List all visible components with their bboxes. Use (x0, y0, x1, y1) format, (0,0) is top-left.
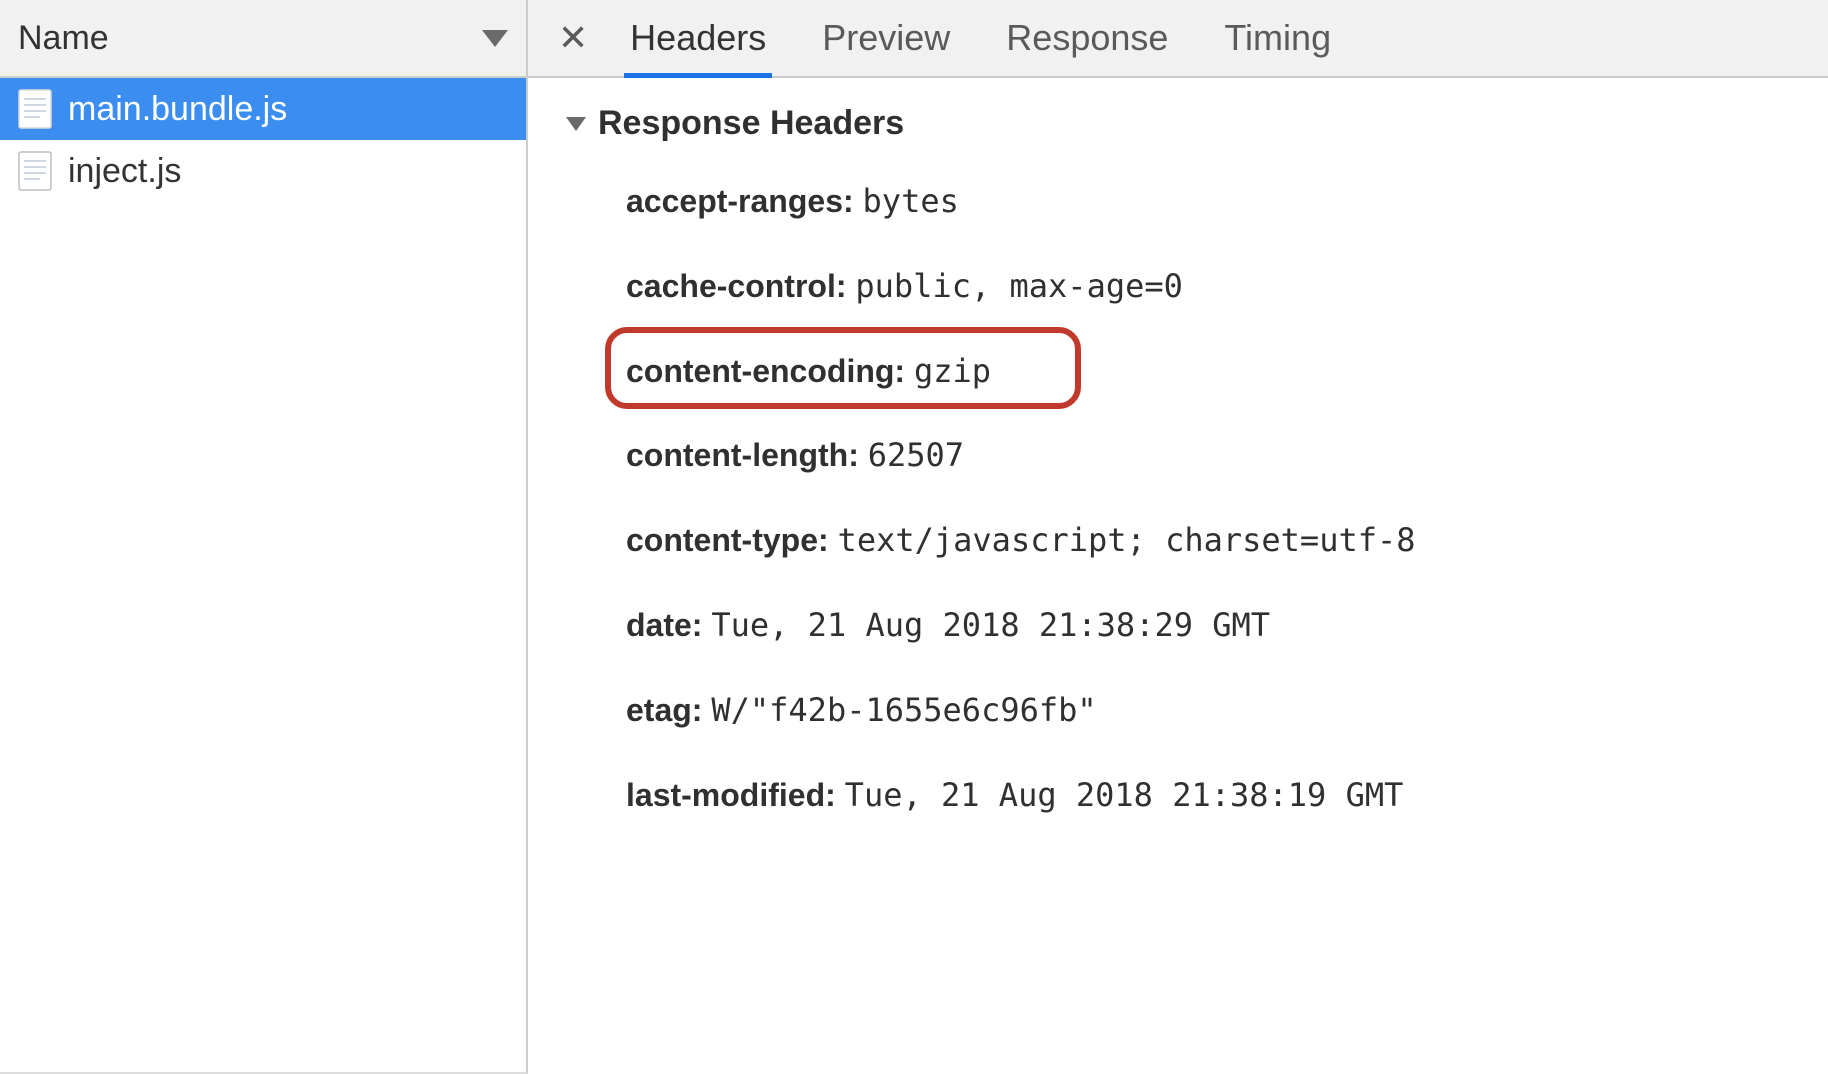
response-headers-section[interactable]: Response Headers (566, 104, 1796, 143)
header-accept-ranges: accept-ranges: bytes (626, 171, 1796, 232)
details-tab-bar: ✕ Headers Preview Response Timing (528, 0, 1828, 78)
tab-timing[interactable]: Timing (1224, 0, 1331, 76)
response-header-list: accept-ranges: bytes cache-control: publ… (566, 171, 1796, 825)
tab-preview[interactable]: Preview (822, 0, 950, 76)
network-file-list-panel: Name main.bundle.js (0, 0, 528, 1074)
header-etag: etag: W/"f42b-1655e6c96fb" (626, 680, 1796, 741)
file-name-label: inject.js (68, 152, 181, 191)
file-row-main-bundle[interactable]: main.bundle.js (0, 78, 526, 140)
name-column-label: Name (18, 19, 109, 58)
header-content-length: content-length: 62507 (626, 425, 1796, 486)
header-content-encoding: content-encoding: gzip (626, 341, 1796, 402)
name-column-header[interactable]: Name (0, 0, 526, 78)
sort-descending-icon (482, 30, 508, 47)
js-file-icon (18, 89, 52, 129)
section-title: Response Headers (598, 104, 904, 143)
headers-detail-body: Response Headers accept-ranges: bytes ca… (528, 78, 1828, 1074)
close-icon[interactable]: ✕ (552, 17, 606, 59)
js-file-icon (18, 151, 52, 191)
disclosure-triangle-icon (566, 117, 586, 131)
header-date: date: Tue, 21 Aug 2018 21:38:29 GMT (626, 595, 1796, 656)
tab-headers[interactable]: Headers (630, 0, 766, 76)
file-row-inject[interactable]: inject.js (0, 140, 526, 202)
tab-response[interactable]: Response (1006, 0, 1168, 76)
header-last-modified: last-modified: Tue, 21 Aug 2018 21:38:19… (626, 765, 1796, 826)
file-list: main.bundle.js inject.js (0, 78, 526, 1072)
request-details-panel: ✕ Headers Preview Response Timing Respon… (528, 0, 1828, 1074)
header-cache-control: cache-control: public, max-age=0 (626, 256, 1796, 317)
header-content-type: content-type: text/javascript; charset=u… (626, 510, 1796, 571)
file-name-label: main.bundle.js (68, 90, 287, 129)
